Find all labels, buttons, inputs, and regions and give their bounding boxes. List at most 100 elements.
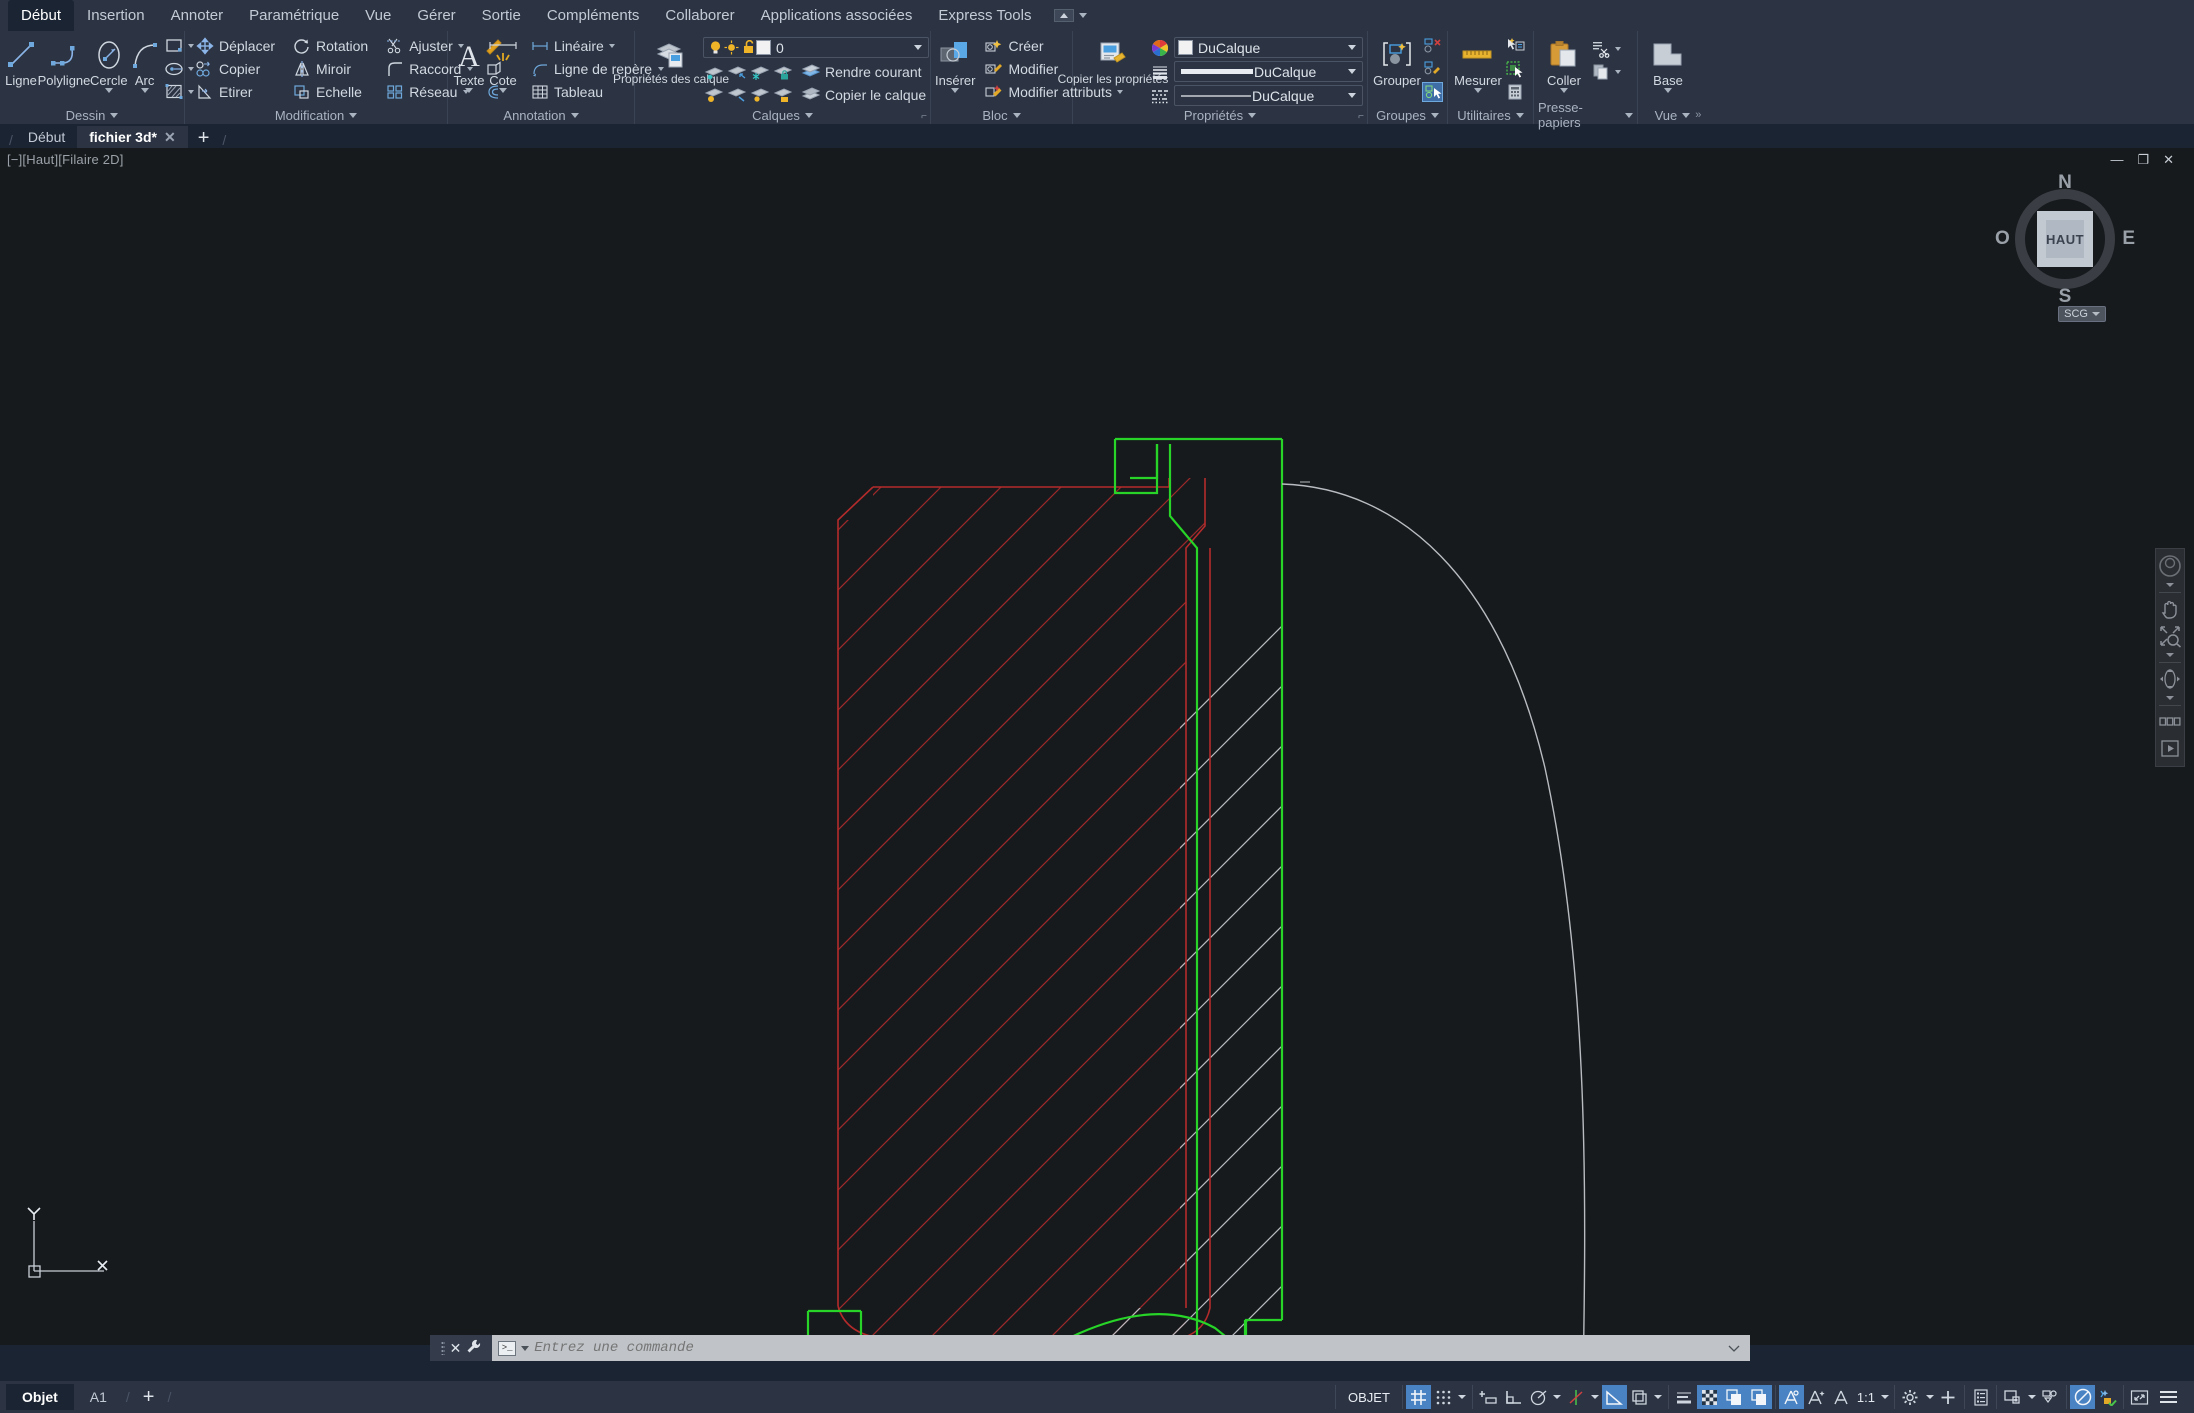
lineweight-combo[interactable]: DuCalque xyxy=(1174,61,1363,82)
quick-select-icon[interactable] xyxy=(1504,36,1525,56)
tool-ligne[interactable]: Ligne xyxy=(4,35,38,88)
object-snap-tracking-icon[interactable] xyxy=(1564,1385,1589,1409)
tool-rendre-courant[interactable]: Rendre courant xyxy=(797,61,929,83)
ortho-mode-icon[interactable] xyxy=(1501,1385,1526,1409)
tool-grouper[interactable]: Grouper xyxy=(1372,35,1422,88)
annotation-scale-value[interactable]: 1:1 xyxy=(1854,1390,1878,1405)
ribbon-tab-debut[interactable]: Début xyxy=(8,0,75,31)
compass-east[interactable]: E xyxy=(2122,228,2135,250)
ribbon-tab-complements[interactable]: Compléments xyxy=(534,0,653,31)
panel-title-calques[interactable]: Calques xyxy=(639,106,926,124)
tool-copier-les-proprietes[interactable]: Copier les propriétés xyxy=(1058,35,1168,86)
chevron-down-icon[interactable] xyxy=(608,36,617,56)
panel-title-proprietes[interactable]: Propriétés xyxy=(1077,106,1363,124)
ribbon-tab-annoter[interactable]: Annoter xyxy=(158,0,237,31)
chevron-down-icon[interactable] xyxy=(499,88,507,93)
graphics-performance-icon[interactable] xyxy=(2038,1385,2063,1409)
drawing-viewport[interactable]: [−][Haut][Filaire 2D] ― ❐ ✕ N E S O HAUT… xyxy=(0,148,2194,1345)
workspace-switching-icon[interactable] xyxy=(1898,1385,1923,1409)
ribbon-minimize-control[interactable] xyxy=(1044,0,1097,31)
view-cube[interactable]: N E S O HAUT xyxy=(1995,172,2135,307)
color-combo[interactable]: DuCalque xyxy=(1174,37,1363,58)
layer-on-icon-2[interactable] xyxy=(726,85,747,105)
command-line[interactable]: ✕ >_ xyxy=(430,1335,1750,1361)
layer-thaw-icon[interactable] xyxy=(723,40,740,55)
tool-deplacer[interactable]: Déplacer xyxy=(191,35,278,57)
tool-couper[interactable] xyxy=(1590,38,1622,60)
ribbon-tab-express-tools[interactable]: Express Tools xyxy=(925,0,1044,31)
chevron-down-icon[interactable] xyxy=(1652,1385,1665,1409)
tool-cercle[interactable]: Cercle xyxy=(90,35,128,93)
command-history-expander[interactable] xyxy=(1728,1342,1744,1354)
panel-title-utilitaires[interactable]: Utilitaires xyxy=(1452,106,1529,124)
annotation-scale-auto-icon[interactable] xyxy=(1778,1385,1804,1409)
chevron-down-icon[interactable] xyxy=(1589,1385,1602,1409)
tool-cote[interactable]: Cote xyxy=(486,35,520,93)
annotation-visibility-icon[interactable] xyxy=(1746,1385,1772,1409)
isometric-drafting-icon[interactable] xyxy=(1627,1385,1652,1409)
fullscreen-icon[interactable] xyxy=(2127,1385,2152,1409)
chevron-down-icon[interactable] xyxy=(1613,39,1622,59)
panel-title-bloc[interactable]: Bloc xyxy=(935,106,1068,124)
panel-title-vue[interactable]: Vue » xyxy=(1642,106,1714,124)
polar-tracking-icon[interactable] xyxy=(1526,1385,1551,1409)
layer-freeze-icon[interactable] xyxy=(749,62,770,82)
panel-expand-proprietes[interactable]: ⌐ xyxy=(1358,111,1364,122)
chevron-down-icon[interactable] xyxy=(1923,1385,1936,1409)
layer-lock-icon[interactable] xyxy=(772,62,793,82)
tool-echelle[interactable]: Echelle xyxy=(288,81,371,103)
chevron-down-icon[interactable] xyxy=(1456,1385,1469,1409)
layer-off-icon[interactable] xyxy=(703,85,724,105)
tool-coller[interactable]: Coller xyxy=(1538,35,1590,93)
tool-arc[interactable]: Arc xyxy=(128,35,162,93)
isolate-objects-icon[interactable] xyxy=(2000,1385,2025,1409)
chevron-down-icon[interactable] xyxy=(2157,650,2183,659)
panel-expand-calques[interactable]: ⌐ xyxy=(921,111,927,122)
chevron-down-icon[interactable] xyxy=(104,88,113,93)
panel-title-presse-papiers[interactable]: Presse-papiers xyxy=(1538,100,1633,130)
layout-tab-objet[interactable]: Objet xyxy=(6,1384,74,1410)
chevron-down-icon[interactable] xyxy=(1344,93,1360,98)
command-input[interactable] xyxy=(534,1340,1723,1356)
show-motion-icon[interactable] xyxy=(2157,736,2183,762)
layer-unlock-icon[interactable] xyxy=(740,40,756,55)
chevron-down-icon[interactable] xyxy=(2157,693,2183,702)
show-motion-thumbnails-icon[interactable] xyxy=(2157,709,2183,735)
compass-west[interactable]: O xyxy=(1995,228,2010,250)
chevron-down-icon[interactable] xyxy=(1551,1385,1564,1409)
annotation-monitor-icon[interactable] xyxy=(1829,1385,1854,1409)
grid-display-icon[interactable] xyxy=(1405,1385,1431,1409)
chevron-down-icon[interactable] xyxy=(1474,88,1482,93)
infer-constraints-icon[interactable] xyxy=(1476,1385,1501,1409)
compass-north[interactable]: N xyxy=(2058,172,2072,194)
ungroup-icon[interactable] xyxy=(1422,36,1443,56)
chevron-down-icon[interactable] xyxy=(910,45,926,50)
layer-on-icon[interactable] xyxy=(707,40,723,55)
drag-handle-icon[interactable] xyxy=(440,1341,445,1355)
command-line-grip[interactable]: ✕ xyxy=(430,1335,492,1361)
steering-wheel-icon[interactable] xyxy=(2157,553,2183,579)
group-selection-icon[interactable] xyxy=(1422,82,1443,102)
chevron-down-icon[interactable] xyxy=(1613,62,1622,82)
hardware-acceleration-icon[interactable] xyxy=(2095,1385,2120,1409)
command-input-area[interactable]: >_ xyxy=(492,1335,1750,1361)
ribbon-tab-sortie[interactable]: Sortie xyxy=(469,0,534,31)
panel-title-dessin[interactable]: Dessin xyxy=(4,106,180,124)
layer-combo[interactable]: 0 xyxy=(703,37,930,58)
file-tab-debut[interactable]: Début xyxy=(16,126,77,148)
close-icon[interactable]: ✕ xyxy=(450,1340,462,1357)
chevron-down-icon[interactable] xyxy=(1878,1385,1891,1409)
annotation-visibility-toggle-icon[interactable] xyxy=(1804,1385,1829,1409)
tool-etirer[interactable]: Etirer xyxy=(191,81,278,103)
layer-thaw-icon-2[interactable] xyxy=(749,85,770,105)
zoom-extents-icon[interactable] xyxy=(2157,623,2183,649)
add-tool-icon[interactable] xyxy=(1936,1385,1961,1409)
layer-isolate-icon[interactable] xyxy=(703,62,724,82)
chevron-down-icon[interactable] xyxy=(2025,1385,2038,1409)
layer-color-swatch[interactable] xyxy=(756,40,771,55)
customization-icon[interactable] xyxy=(2152,1391,2185,1403)
ribbon-tab-applications-associees[interactable]: Applications associées xyxy=(748,0,926,31)
layout-tab-a1[interactable]: A1 xyxy=(74,1384,123,1410)
chevron-down-icon[interactable] xyxy=(140,88,149,93)
tool-copier[interactable]: Copier xyxy=(191,58,278,80)
